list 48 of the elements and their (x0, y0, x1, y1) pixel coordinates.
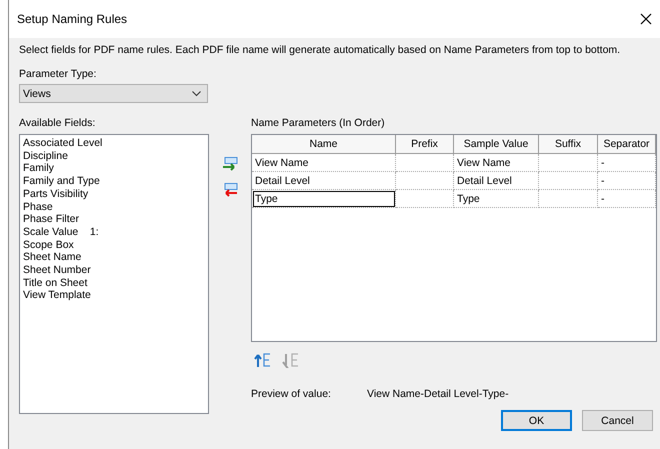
table-cell[interactable]: Detail Level (252, 172, 396, 190)
field-item[interactable]: Discipline (23, 150, 205, 162)
parameter-type-dropdown[interactable]: Views (19, 84, 208, 103)
empty-cell[interactable] (396, 172, 454, 190)
table-cell[interactable]: - (598, 190, 656, 208)
field-item[interactable]: Phase (23, 200, 205, 214)
remove-arrow-icon[interactable] (222, 183, 238, 197)
field-item[interactable]: Sheet Number (23, 264, 205, 277)
column-header[interactable]: Separator (598, 135, 656, 154)
field-item[interactable]: Phase Filter (23, 213, 205, 226)
table-cell[interactable]: - (598, 154, 656, 172)
empty-cell[interactable] (539, 190, 598, 208)
field-item[interactable]: Sheet Name (23, 251, 205, 264)
name-parameters-label: Name Parameters (In Order) (251, 117, 386, 129)
preview-label: Preview of value: (251, 388, 332, 400)
column-header[interactable]: Sample Value (454, 135, 539, 154)
table-cell[interactable]: View Name (252, 154, 396, 172)
field-item[interactable]: Parts Visibility (23, 188, 205, 201)
available-fields-label: Available Fields: (19, 117, 96, 129)
field-item[interactable]: Family (23, 162, 205, 176)
column-header[interactable]: Suffix (539, 135, 598, 154)
empty-cell[interactable] (539, 172, 598, 190)
column-header[interactable]: Prefix (396, 135, 454, 154)
empty-cell[interactable] (396, 154, 454, 172)
instructions-text: Select fields for PDF name rules. Each PDF file name will generate automatically based on Name Parameters from top to bottom. (19, 44, 622, 56)
ok-button[interactable]: OK (501, 410, 572, 431)
table-cell[interactable]: - (598, 172, 656, 190)
table-cell[interactable]: Type (252, 190, 396, 208)
field-item[interactable]: View Template (23, 289, 205, 302)
parameter-type-label: Parameter Type: (19, 68, 98, 80)
add-arrow-icon[interactable] (222, 157, 238, 171)
field-item[interactable]: Scale Value 1: (23, 226, 205, 239)
preview-value: View Name-Detail Level-Type- (367, 388, 509, 400)
field-item[interactable]: Family and Type (23, 175, 205, 188)
field-item[interactable]: Scope Box (23, 238, 205, 252)
window-title: Setup Naming Rules (17, 12, 128, 26)
move-up-icon[interactable] (254, 352, 272, 368)
field-item[interactable]: Title on Sheet (23, 276, 205, 290)
chevron-icon (192, 90, 201, 96)
empty-cell[interactable] (396, 190, 454, 208)
table-cell[interactable]: Detail Level (454, 172, 539, 190)
table-cell[interactable]: View Name (454, 154, 539, 172)
column-header[interactable]: Name (252, 135, 396, 154)
close-icon[interactable] (640, 13, 652, 25)
field-item[interactable]: Associated Level (23, 137, 205, 150)
table-cell[interactable]: Type (454, 190, 539, 208)
cancel-button[interactable]: Cancel (582, 410, 653, 431)
empty-cell[interactable] (539, 154, 598, 172)
